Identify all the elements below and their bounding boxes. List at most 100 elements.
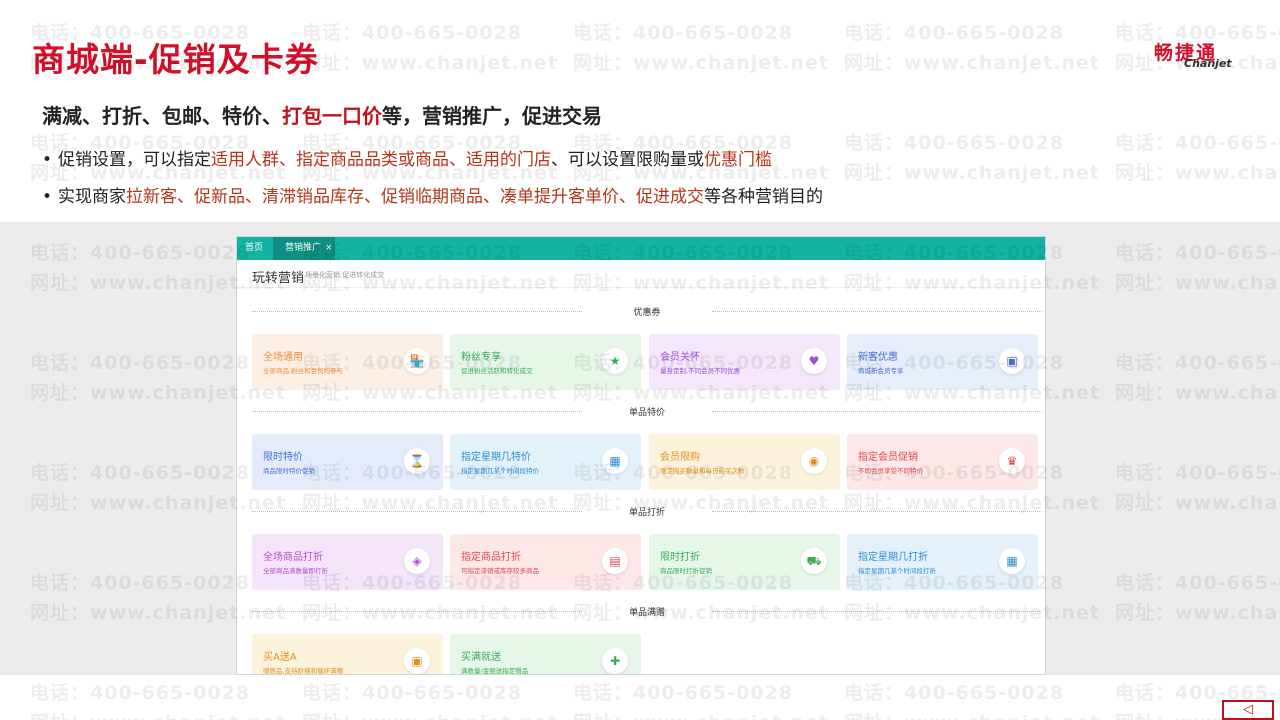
ticket-icon: ▣: [999, 348, 1025, 374]
promo-card-desc: 指定星期几某个时间段打折: [858, 567, 936, 575]
crown-icon: ♛: [999, 448, 1025, 474]
section-header: 单品满赠: [252, 605, 1042, 618]
watermark-url: 网址：www.chanjet.net: [30, 708, 286, 720]
promo-card[interactable]: 全场通用全部商品,粉丝和会员均参与 🏪: [252, 334, 443, 390]
promo-card-desc: 赠原品,支持阶梯和循环满赠: [263, 667, 344, 675]
promo-card-title: 粉丝专享: [461, 352, 501, 363]
prev-slide-button[interactable]: ◁: [1222, 700, 1274, 720]
bullet-text: 促销设置，可以指定: [58, 150, 211, 170]
headline-part-2: 等，营销推广，促进交易: [382, 104, 602, 128]
promo-card[interactable]: 指定商品打折可指定滞销或库存较多商品 ▤: [450, 534, 641, 590]
chanjet-logo: 畅捷通 Chanjet: [1150, 38, 1250, 72]
bullet-text: 实现商家: [58, 187, 126, 207]
promo-card-desc: 可指定滞销或库存较多商品: [461, 567, 539, 575]
promo-card-title: 指定星期几打折: [858, 552, 928, 563]
timer-icon: ⌛: [404, 448, 430, 474]
bullet-promo-settings: • 促销设置，可以指定适用人群、指定商品品类或商品、适用的门店、可以设置限购量或优…: [42, 145, 772, 170]
bullet-dot: •: [42, 150, 53, 170]
section-label: 单品打折: [628, 508, 665, 518]
tab-home[interactable]: 首页: [245, 237, 263, 260]
watermark-phone: 电话：400-665-0028: [844, 22, 1064, 44]
promo-card-title: 会员限购: [660, 452, 700, 463]
logo-english-text: Chanjet: [1184, 57, 1232, 70]
bullet-text: 、可以设置限购量或: [551, 150, 704, 170]
promo-card[interactable]: 买满就送 满数量/金额送指定赠品 ✚: [450, 634, 641, 675]
watermark-url: 网址：www.chanjet.net: [844, 708, 1100, 720]
promo-card[interactable]: 指定星期几打折 指定星期几某个时间段打折 ▦: [847, 534, 1038, 590]
watermark-url: 网址：www.chanjet.net: [302, 708, 558, 720]
headline: 满减、打折、包邮、特价、打包一口价等，营销推广，促进交易: [42, 100, 602, 129]
store-icon: 🏪: [404, 348, 430, 374]
promo-card-title: 限时特价: [263, 452, 303, 463]
member-icon: ♥: [801, 348, 827, 374]
promo-card-desc: 不同会员享受不同特价: [858, 467, 923, 475]
page-title: 玩转营销: [252, 271, 305, 286]
divider: [237, 287, 1045, 288]
watermark-phone: 电话：400-665-0028: [302, 682, 522, 704]
watermark-url: 网址：www.chanjet.net: [573, 708, 829, 720]
bullet-merchant-goals: • 实现商家拉新客、促新品、清滞销品库存、促销临期商品、凑单提升客单价、促进成交等…: [42, 182, 823, 207]
promo-card-desc: 满数量/金额送指定赠品: [461, 667, 529, 675]
promo-card-desc: 商品限时特价促销: [263, 467, 315, 475]
tab-bar: 首页 营销推广 ×: [237, 237, 1045, 260]
promo-card-title: 指定商品打折: [461, 552, 521, 563]
watermark-phone: 电话：400-665-0028: [30, 682, 250, 704]
tab-marketing-label: 营销推广: [285, 243, 322, 253]
promo-card[interactable]: 会员关怀量身定制,不同会员不同优惠 ♥: [649, 334, 840, 390]
section-label: 优惠券: [633, 308, 661, 318]
promo-card[interactable]: 限时特价商品限时特价促销 ⌛: [252, 434, 443, 490]
section-label: 单品特价: [628, 408, 665, 418]
promo-card[interactable]: 全场商品打折 全部商品满数量即打折 ◈: [252, 534, 443, 590]
promo-card-title: 指定会员促销: [858, 452, 918, 463]
calendar-icon: ▦: [999, 548, 1025, 574]
watermark-url: 网址：www.chanjet.net: [844, 52, 1100, 74]
promo-card-title: 会员关怀: [660, 352, 700, 363]
star-icon: ★: [602, 348, 628, 374]
promo-card-desc: 全部商品,粉丝和会员均参与: [263, 367, 344, 375]
section-label: 单品满赠: [628, 608, 665, 618]
calendar-icon: ▦: [602, 448, 628, 474]
promo-card[interactable]: 指定会员促销 不同会员享受不同特价 ♛: [847, 434, 1038, 490]
watermark-phone: 电话：400-665-0028: [573, 22, 793, 44]
watermark-url: 网址：www.chanjet.net: [844, 162, 1100, 184]
promo-card-title: 全场商品打折: [263, 552, 323, 563]
tag-icon: ◈: [404, 548, 430, 574]
watermark-phone: 电话：400-665-0028: [844, 132, 1064, 154]
promo-card-title: 限时打折: [660, 552, 700, 563]
promo-card-title: 指定星期几特价: [461, 452, 531, 463]
watermark-url: 网址：www.chanjet.net: [302, 52, 558, 74]
tab-marketing[interactable]: 营销推广 ×: [273, 237, 335, 260]
promo-card[interactable]: 粉丝专享促进粉丝活跃和转化成交 ★: [450, 334, 641, 390]
watermark-phone: 电话：400-665-0028: [1115, 132, 1280, 154]
section-header: 单品特价: [252, 405, 1042, 418]
promo-card-desc: 促进粉丝活跃和转化成交: [461, 367, 533, 375]
watermark-url: 网址：www.chanjet.net: [1115, 162, 1280, 184]
promo-card[interactable]: 买A送A 赠原品,支持阶梯和循环满赠 ▣: [252, 634, 443, 675]
slide-title: 商城端-促销及卡券: [32, 40, 319, 79]
cart-icon: ⛟: [801, 548, 827, 574]
user-limit-icon: ◉: [801, 448, 827, 474]
promo-card-desc: 量身定制,不同会员不同优惠: [660, 367, 741, 375]
gift-box-icon: ▣: [404, 648, 430, 674]
headline-highlight: 打包一口价: [282, 104, 382, 128]
promo-card[interactable]: 会员限购限定购买数量和每日购买次数 ◉: [649, 434, 840, 490]
bullet-dot: •: [42, 187, 53, 207]
headline-part-1: 满减、打折、包邮、特价、: [42, 104, 282, 128]
promo-card[interactable]: 新客优惠 商城新会员专享 ▣: [847, 334, 1038, 390]
promo-card-desc: 限定购买数量和每日购买次数: [660, 467, 745, 475]
slide: 商城端-促销及卡券 畅捷通 Chanjet 满减、打折、包邮、特价、打包一口价等…: [0, 0, 1280, 720]
promo-card-title: 全场通用: [263, 352, 303, 363]
promo-card-desc: 全部商品满数量即打折: [263, 567, 328, 575]
promo-card-desc: 商品限时打折促销: [660, 567, 712, 575]
section-header: 单品打折: [252, 505, 1042, 518]
promo-card[interactable]: 指定星期几特价 指定星期几某个时间段特价 ▦: [450, 434, 641, 490]
bag-icon: ▤: [602, 548, 628, 574]
promo-card[interactable]: 限时打折商品限时打折促销 ⛟: [649, 534, 840, 590]
close-icon[interactable]: ×: [325, 243, 333, 253]
page-subtitle: 场景化营销,促进转化成交: [305, 271, 385, 279]
watermark-url: 网址：www.chanjet.net: [573, 52, 829, 74]
promo-card-title: 买满就送: [461, 652, 501, 663]
watermark-phone: 电话：400-665-0028: [844, 682, 1064, 704]
promo-card-title: 买A送A: [263, 652, 297, 663]
bullet-highlight: 优惠门槛: [704, 150, 772, 170]
